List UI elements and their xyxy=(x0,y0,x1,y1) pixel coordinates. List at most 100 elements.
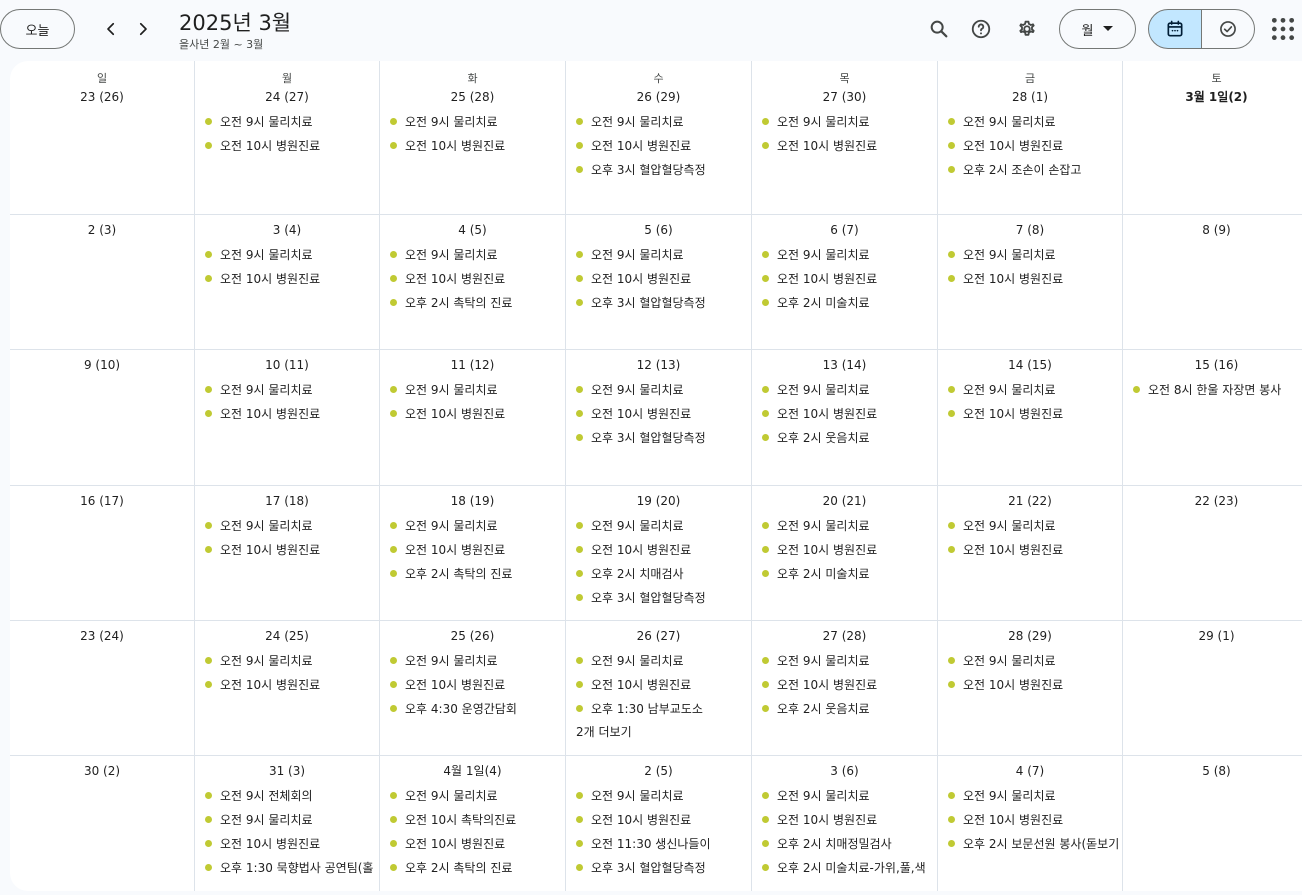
day-cell[interactable]: 일 23 (26) xyxy=(10,61,195,215)
event-chip[interactable]: 오전 9시 물리치료 xyxy=(380,648,565,672)
day-number[interactable]: 5 (8) xyxy=(1123,759,1302,783)
event-chip[interactable]: 오전 10시 병원진료 xyxy=(195,831,379,855)
day-cell[interactable]: 5 (6) 오전 9시 물리치료 오전 10시 병원진료 오후 3시 혈압혈당측정 xyxy=(566,215,752,350)
event-chip[interactable]: 오후 2시 미술치료 xyxy=(752,561,937,585)
event-chip[interactable]: 오전 10시 병원진료 xyxy=(752,133,937,157)
event-chip[interactable]: 오전 9시 물리치료 xyxy=(195,648,379,672)
event-chip[interactable]: 오전 9시 물리치료 xyxy=(195,377,379,401)
settings-button[interactable] xyxy=(1011,13,1043,45)
day-cell[interactable]: 11 (12) 오전 9시 물리치료 오전 10시 병원진료 xyxy=(380,350,566,486)
day-cell[interactable]: 5 (8) xyxy=(1123,756,1302,891)
day-number[interactable]: 21 (22) xyxy=(938,489,1122,513)
event-chip[interactable]: 오후 2시 치매검사 xyxy=(566,561,751,585)
day-number[interactable]: 15 (16) xyxy=(1123,353,1302,377)
day-number[interactable]: 4 (5) xyxy=(380,218,565,242)
event-chip[interactable]: 오전 9시 물리치료 xyxy=(752,377,937,401)
event-chip[interactable]: 오전 9시 물리치료 xyxy=(938,513,1122,537)
event-chip[interactable]: 오전 11:30 생신나들이 xyxy=(566,831,751,855)
event-chip[interactable]: 오후 2시 조손이 손잡고 xyxy=(938,157,1122,181)
event-chip[interactable]: 오전 10시 병원진료 xyxy=(195,133,379,157)
day-cell[interactable]: 14 (15) 오전 9시 물리치료 오전 10시 병원진료 xyxy=(938,350,1123,486)
day-cell[interactable]: 월 24 (27) 오전 9시 물리치료 오전 10시 병원진료 xyxy=(195,61,380,215)
day-number[interactable]: 3 (4) xyxy=(195,218,379,242)
event-chip[interactable]: 오전 9시 물리치료 xyxy=(195,513,379,537)
view-select-dropdown[interactable]: 월 xyxy=(1059,9,1136,49)
day-number[interactable]: 19 (20) xyxy=(566,489,751,513)
day-number[interactable]: 29 (1) xyxy=(1123,624,1302,648)
day-number[interactable]: 6 (7) xyxy=(752,218,937,242)
event-chip[interactable]: 오후 3시 혈압혈당측정 xyxy=(566,425,751,449)
day-number[interactable]: 26 (27) xyxy=(566,624,751,648)
event-chip[interactable]: 오전 10시 병원진료 xyxy=(195,537,379,561)
event-chip[interactable]: 오후 2시 보문선원 봉사(돋보기 xyxy=(938,831,1122,855)
day-number[interactable]: 25 (28) xyxy=(380,85,565,109)
day-cell[interactable]: 19 (20) 오전 9시 물리치료 오전 10시 병원진료 오후 2시 치매검사 오후… xyxy=(566,486,752,621)
event-chip[interactable]: 오전 10시 병원진료 xyxy=(566,133,751,157)
event-chip[interactable]: 오전 8시 한울 자장면 봉사 xyxy=(1123,377,1302,401)
event-chip[interactable]: 오전 10시 병원진료 xyxy=(566,807,751,831)
event-chip[interactable]: 오후 1:30 남부교도소 xyxy=(566,696,751,720)
day-cell[interactable]: 4월 1일(4) 오전 9시 물리치료 오전 10시 촉탁의진료 오전 10시 병원진… xyxy=(380,756,566,891)
event-chip[interactable]: 오후 3시 혈압혈당측정 xyxy=(566,157,751,181)
day-cell[interactable]: 26 (27) 오전 9시 물리치료 오전 10시 병원진료 오후 1:30 남부교도… xyxy=(566,621,752,756)
event-chip[interactable]: 오전 10시 병원진료 xyxy=(752,266,937,290)
day-number[interactable]: 25 (26) xyxy=(380,624,565,648)
event-chip[interactable]: 오전 9시 물리치료 xyxy=(195,807,379,831)
event-chip[interactable]: 오전 9시 물리치료 xyxy=(938,109,1122,133)
event-chip[interactable]: 오전 10시 병원진료 xyxy=(380,401,565,425)
event-chip[interactable]: 오전 9시 물리치료 xyxy=(752,242,937,266)
event-chip[interactable]: 오전 10시 병원진료 xyxy=(566,266,751,290)
more-events-link[interactable]: 2개 더보기 xyxy=(566,720,751,744)
event-chip[interactable]: 오전 9시 물리치료 xyxy=(752,783,937,807)
event-chip[interactable]: 오전 9시 물리치료 xyxy=(938,242,1122,266)
event-chip[interactable]: 오전 10시 병원진료 xyxy=(566,537,751,561)
day-number[interactable]: 3월 1일(2) xyxy=(1123,85,1302,109)
day-cell[interactable]: 21 (22) 오전 9시 물리치료 오전 10시 병원진료 xyxy=(938,486,1123,621)
day-cell[interactable]: 29 (1) xyxy=(1123,621,1302,756)
event-chip[interactable]: 오후 3시 혈압혈당측정 xyxy=(566,585,751,609)
event-chip[interactable]: 오전 10시 병원진료 xyxy=(938,401,1122,425)
day-number[interactable]: 31 (3) xyxy=(195,759,379,783)
day-cell[interactable]: 2 (5) 오전 9시 물리치료 오전 10시 병원진료 오전 11:30 생신나들이… xyxy=(566,756,752,891)
event-chip[interactable]: 오전 10시 병원진료 xyxy=(938,266,1122,290)
day-cell[interactable]: 10 (11) 오전 9시 물리치료 오전 10시 병원진료 xyxy=(195,350,380,486)
day-cell[interactable]: 24 (25) 오전 9시 물리치료 오전 10시 병원진료 xyxy=(195,621,380,756)
tasks-view-toggle[interactable] xyxy=(1201,9,1255,49)
event-chip[interactable]: 오전 10시 병원진료 xyxy=(938,537,1122,561)
day-number[interactable]: 4월 1일(4) xyxy=(380,759,565,783)
event-chip[interactable]: 오전 10시 촉탁의진료 xyxy=(380,807,565,831)
day-number[interactable]: 9 (10) xyxy=(10,353,194,377)
event-chip[interactable]: 오전 9시 물리치료 xyxy=(938,648,1122,672)
day-cell[interactable]: 25 (26) 오전 9시 물리치료 오전 10시 병원진료 오후 4:30 운영간담… xyxy=(380,621,566,756)
day-number[interactable]: 24 (27) xyxy=(195,85,379,109)
day-cell[interactable]: 7 (8) 오전 9시 물리치료 오전 10시 병원진료 xyxy=(938,215,1123,350)
event-chip[interactable]: 오전 9시 물리치료 xyxy=(380,242,565,266)
day-cell[interactable]: 화 25 (28) 오전 9시 물리치료 오전 10시 병원진료 xyxy=(380,61,566,215)
event-chip[interactable]: 오전 9시 물리치료 xyxy=(938,783,1122,807)
day-number[interactable]: 3 (6) xyxy=(752,759,937,783)
event-chip[interactable]: 오후 2시 촉탁의 진료 xyxy=(380,561,565,585)
apps-grid-icon[interactable] xyxy=(1270,16,1296,42)
day-number[interactable]: 4 (7) xyxy=(938,759,1122,783)
today-button[interactable]: 오늘 xyxy=(0,9,75,49)
day-number[interactable]: 8 (9) xyxy=(1123,218,1302,242)
event-chip[interactable]: 오전 10시 병원진료 xyxy=(752,807,937,831)
day-number[interactable]: 2 (5) xyxy=(566,759,751,783)
event-chip[interactable]: 오후 2시 촉탁의 진료 xyxy=(380,290,565,314)
day-cell[interactable]: 목 27 (30) 오전 9시 물리치료 오전 10시 병원진료 xyxy=(752,61,938,215)
help-button[interactable] xyxy=(965,13,997,45)
day-cell[interactable]: 금 28 (1) 오전 9시 물리치료 오전 10시 병원진료 오후 2시 조손이 손잡… xyxy=(938,61,1123,215)
search-button[interactable] xyxy=(923,13,955,45)
event-chip[interactable]: 오전 10시 병원진료 xyxy=(380,537,565,561)
day-number[interactable]: 18 (19) xyxy=(380,489,565,513)
event-chip[interactable]: 오후 2시 미술치료 xyxy=(752,290,937,314)
day-cell[interactable]: 3 (4) 오전 9시 물리치료 오전 10시 병원진료 xyxy=(195,215,380,350)
day-cell[interactable]: 8 (9) xyxy=(1123,215,1302,350)
calendar-view-toggle[interactable] xyxy=(1148,9,1202,49)
event-chip[interactable]: 오전 10시 병원진료 xyxy=(195,401,379,425)
day-number[interactable]: 23 (26) xyxy=(10,85,194,109)
event-chip[interactable]: 오전 9시 물리치료 xyxy=(752,109,937,133)
event-chip[interactable]: 오전 9시 물리치료 xyxy=(195,109,379,133)
event-chip[interactable]: 오전 10시 병원진료 xyxy=(752,672,937,696)
event-chip[interactable]: 오전 9시 물리치료 xyxy=(752,513,937,537)
